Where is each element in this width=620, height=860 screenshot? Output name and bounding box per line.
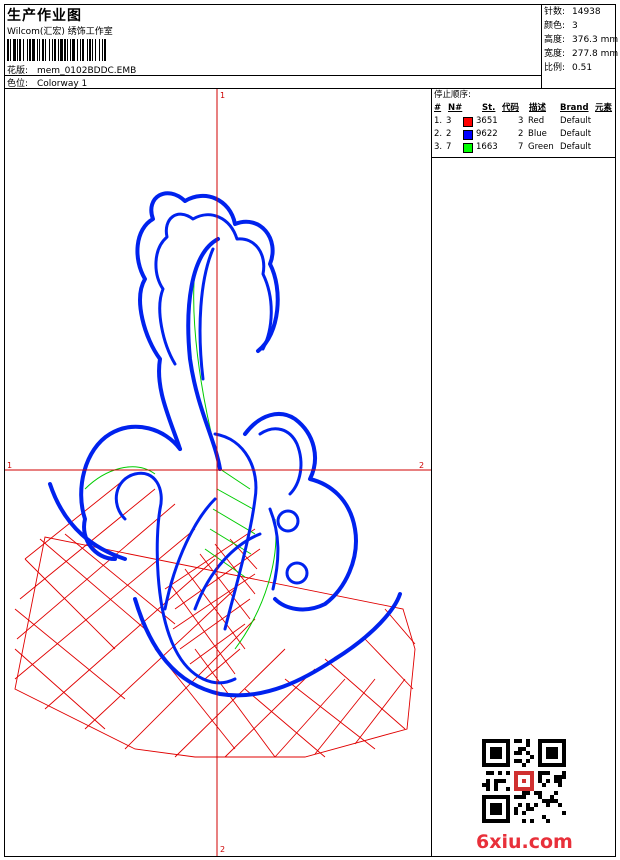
- axis-bottom-label: 2: [220, 845, 226, 854]
- table-row: 1. 3 3651 3 Red Default: [434, 116, 592, 127]
- qr-code[interactable]: [482, 739, 566, 823]
- studio-name: Wilcom(汇宏) 绣饰工作室: [7, 27, 113, 37]
- design-canvas: 1 2 1 2: [5, 89, 432, 856]
- col-no: #: [434, 103, 442, 113]
- stop-sequence-panel: 停止顺序: # N# St. 代码 描述 Brand 元素 1. 3 3651 …: [432, 89, 615, 856]
- watermark-logo: 6xiu.com: [476, 831, 573, 853]
- stat-stitches: 针数: 14938: [544, 7, 601, 17]
- stats-block: 针数: 14938 颜色: 3 高度: 376.3 mm 宽度: 277.8 mm 比例…: [542, 5, 619, 89]
- stop-sequence-table: # N# St. 代码 描述 Brand 元素 1. 3 3651 3 Red …: [434, 102, 615, 154]
- colorway-value: Colorway 1: [37, 79, 88, 89]
- worksheet: 生产作业图 Wilcom(汇宏) 绣饰工作室 花版: mem_0102BDDC.E…: [4, 4, 619, 857]
- stat-height: 高度: 376.3 mm: [544, 35, 619, 45]
- axis-left-label: 1: [7, 461, 13, 470]
- table-row: 2. 2 9622 2 Blue Default: [434, 129, 592, 140]
- col-desc: 描述: [529, 103, 547, 113]
- blue-outline: [48, 191, 402, 698]
- color-swatch: [463, 143, 473, 153]
- col-element: 元素: [595, 103, 613, 113]
- table-row: 3. 7 1663 7 Green Default: [434, 142, 592, 153]
- colorway-line: 色位: Colorway 1: [7, 76, 87, 89]
- stat-width: 宽度: 277.8 mm: [544, 49, 619, 59]
- divider: [432, 157, 615, 158]
- green-detail: [84, 268, 277, 650]
- axis-right-label: 2: [419, 461, 425, 470]
- embroidery-design: [5, 89, 431, 856]
- barcode: [7, 39, 192, 61]
- color-swatch: [463, 130, 473, 140]
- crosshair-axes: [5, 89, 431, 856]
- stat-scale: 比例: 0.51: [544, 63, 593, 73]
- col-needle: N#: [448, 103, 463, 113]
- col-stitches: St.: [482, 103, 496, 113]
- col-code: 代码: [502, 103, 520, 113]
- page-title: 生产作业图: [7, 8, 82, 24]
- axis-top-label: 1: [220, 91, 226, 100]
- header-block: 生产作业图 Wilcom(汇宏) 绣饰工作室 花版: mem_0102BDDC.E…: [5, 5, 542, 89]
- stop-sequence-title: 停止顺序:: [434, 90, 471, 100]
- color-swatch: [463, 117, 473, 127]
- colorway-label: 色位:: [7, 79, 29, 89]
- table-header: # N# St. 代码 描述 Brand 元素: [434, 102, 615, 115]
- col-brand: Brand: [560, 103, 589, 113]
- stat-colors: 颜色: 3: [544, 21, 578, 31]
